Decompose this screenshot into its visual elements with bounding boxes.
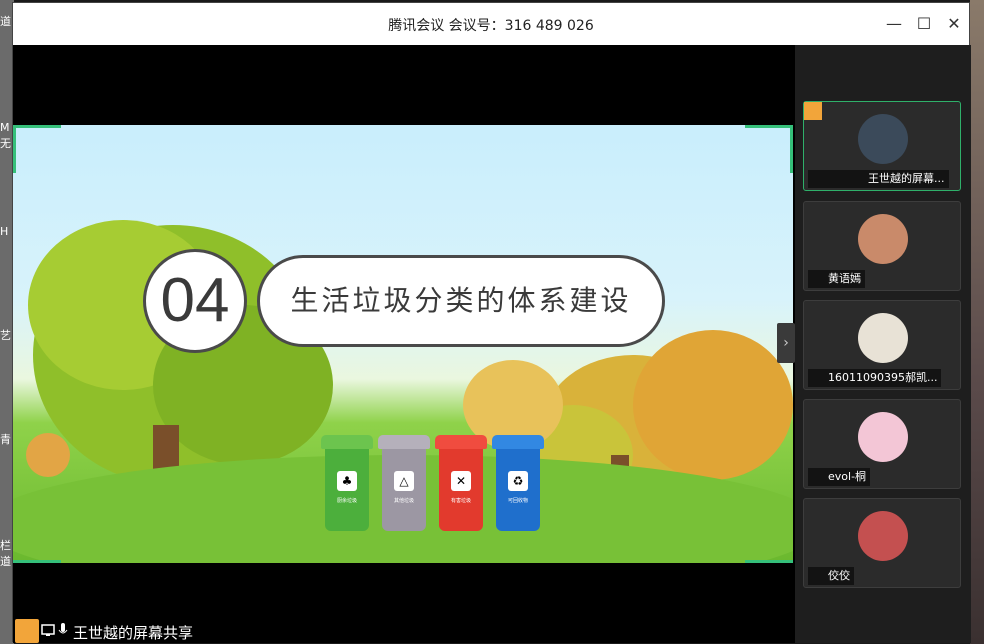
participant-name: 黄语嫣 bbox=[808, 270, 865, 288]
mic-icon bbox=[58, 623, 68, 634]
section-number: 04 bbox=[143, 249, 247, 353]
screen-share-status: 王世越的屏幕共享 bbox=[13, 619, 313, 643]
avatar bbox=[858, 313, 908, 363]
frame-corner bbox=[13, 125, 61, 128]
desktop-right-strip bbox=[970, 0, 984, 644]
title-bar: 腾讯会议 会议号：316 489 026 — ☐ ✕ bbox=[13, 3, 969, 45]
avatar bbox=[858, 511, 908, 561]
recycle-icon: ♻ bbox=[508, 471, 528, 491]
bin-icon: △ bbox=[394, 471, 414, 491]
frame-corner bbox=[790, 125, 793, 173]
bin-icon: ♣ bbox=[337, 471, 357, 491]
screen-share-icon bbox=[41, 624, 55, 636]
host-icon bbox=[804, 102, 822, 120]
participant-tile[interactable]: evol-桐 bbox=[803, 399, 961, 489]
window-title: 腾讯会议 会议号：316 489 026 bbox=[388, 18, 594, 34]
avatar bbox=[858, 412, 908, 462]
avatar bbox=[858, 114, 908, 164]
meeting-window: 腾讯会议 会议号：316 489 026 — ☐ ✕ 04 生活垃圾分类的体系建… bbox=[12, 2, 971, 643]
other-waste-bin: △ 其他垃圾 bbox=[378, 435, 430, 531]
participant-tile[interactable]: 王世越的屏幕... bbox=[803, 101, 961, 191]
section-title: 生活垃圾分类的体系建设 bbox=[257, 255, 665, 347]
maximize-button[interactable]: ☐ bbox=[913, 13, 935, 35]
hazardous-waste-bin: ✕ 有害垃圾 bbox=[435, 435, 487, 531]
minimize-button[interactable]: — bbox=[883, 13, 905, 35]
frame-corner bbox=[13, 125, 16, 173]
share-status-text: 王世越的屏幕共享 bbox=[73, 624, 194, 642]
participants-panel: 王世越的屏幕... 黄语嫣 16011090395郝凯... evol-桐 佼佼 bbox=[795, 45, 971, 643]
participant-name: evol-桐 bbox=[808, 468, 871, 486]
recyclable-bin: ♻ 可回收物 bbox=[492, 435, 544, 531]
participant-name: 佼佼 bbox=[808, 567, 854, 585]
host-avatar-icon bbox=[15, 619, 39, 643]
shared-screen-area: 04 生活垃圾分类的体系建设 ♣ 厨余垃圾 △ 其他垃圾 ✕ 有害垃圾 ♻ 可回… bbox=[13, 45, 795, 643]
participant-tile[interactable]: 黄语嫣 bbox=[803, 201, 961, 291]
avatar bbox=[858, 214, 908, 264]
participant-name: 16011090395郝凯... bbox=[808, 369, 942, 387]
kitchen-waste-bin: ♣ 厨余垃圾 bbox=[321, 435, 373, 531]
participant-tile[interactable]: 佼佼 bbox=[803, 498, 961, 588]
participant-tile[interactable]: 16011090395郝凯... bbox=[803, 300, 961, 390]
bin-icon: ✕ bbox=[451, 471, 471, 491]
participant-name: 王世越的屏幕... bbox=[808, 170, 949, 188]
presentation-slide: 04 生活垃圾分类的体系建设 ♣ 厨余垃圾 △ 其他垃圾 ✕ 有害垃圾 ♻ 可回… bbox=[13, 125, 793, 563]
chevron-right-icon[interactable]: › bbox=[777, 323, 795, 363]
frame-corner bbox=[745, 125, 793, 128]
frame-corner bbox=[13, 560, 61, 563]
frame-corner bbox=[745, 560, 793, 563]
close-button[interactable]: ✕ bbox=[943, 13, 965, 35]
